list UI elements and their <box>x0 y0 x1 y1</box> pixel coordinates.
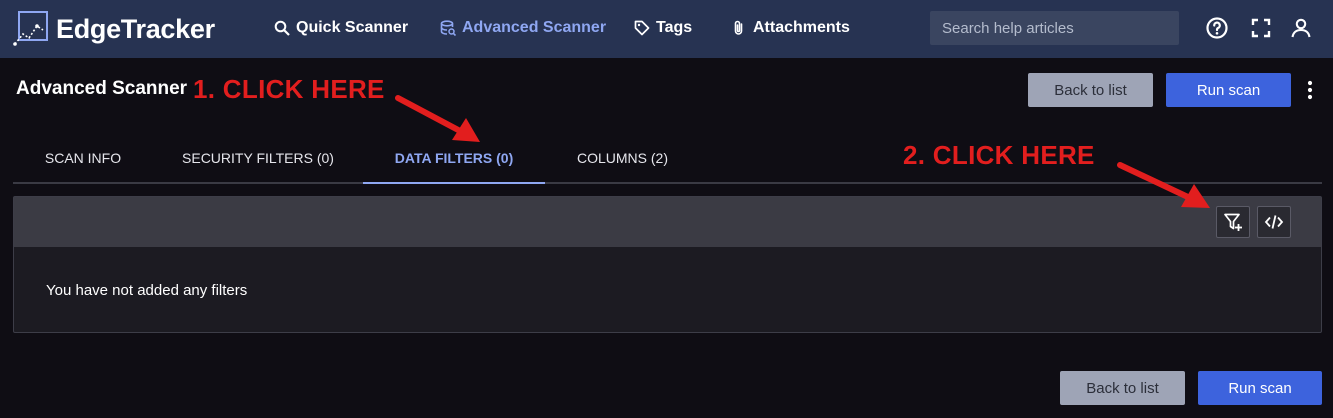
empty-filters-message: You have not added any filters <box>46 282 248 299</box>
footer-back-to-list-button[interactable]: Back to list <box>1060 371 1185 405</box>
nav-label: Attachments <box>753 19 850 36</box>
tab-scan-info[interactable]: SCAN INFO <box>13 136 153 184</box>
annotation-step-2: 2. CLICK HERE <box>903 140 1095 170</box>
filter-plus-icon <box>1224 213 1242 231</box>
nav-tags[interactable]: Tags <box>634 17 692 39</box>
add-filter-button[interactable] <box>1216 206 1250 238</box>
brand-name: EdgeTracker <box>56 13 215 44</box>
tab-security-filters[interactable]: SECURITY FILTERS (0) <box>153 136 363 184</box>
filters-toolbar <box>14 197 1321 247</box>
database-icon <box>440 20 456 36</box>
logo-chart-icon <box>13 11 48 46</box>
user-account-icon[interactable] <box>1289 16 1313 40</box>
data-filters-panel: You have not added any filters <box>13 196 1322 333</box>
run-scan-button[interactable]: Run scan <box>1166 73 1291 107</box>
code-icon <box>1264 215 1284 229</box>
footer-run-scan-button[interactable]: Run scan <box>1198 371 1322 405</box>
nav-label: Quick Scanner <box>296 19 409 36</box>
nav-quick-scanner[interactable]: Quick Scanner <box>274 17 408 39</box>
nav-label: Advanced Scanner <box>462 19 607 36</box>
tab-data-filters[interactable]: DATA FILTERS (0) <box>363 136 545 184</box>
help-icon[interactable] <box>1205 16 1229 40</box>
tab-columns[interactable]: COLUMNS (2) <box>545 136 700 184</box>
app-logo[interactable]: EdgeTracker <box>12 10 215 48</box>
scanner-tabs: SCAN INFO SECURITY FILTERS (0) DATA FILT… <box>13 136 1322 184</box>
back-to-list-button[interactable]: Back to list <box>1028 73 1153 107</box>
help-search-input[interactable] <box>930 11 1179 45</box>
nav-attachments[interactable]: Attachments <box>731 17 850 39</box>
more-options-icon[interactable] <box>1300 78 1320 102</box>
nav-label: Tags <box>656 19 693 36</box>
fullscreen-icon[interactable] <box>1249 16 1273 40</box>
paperclip-icon <box>734 20 743 35</box>
code-view-button[interactable] <box>1257 206 1291 238</box>
nav-advanced-scanner[interactable]: Advanced Scanner <box>440 17 606 39</box>
top-navbar: EdgeTracker Quick Scanner Advanced Scann… <box>0 0 1333 58</box>
annotation-step-1: 1. CLICK HERE <box>193 74 385 104</box>
tag-icon <box>634 20 650 36</box>
search-icon <box>274 20 290 36</box>
page-title: Advanced Scanner <box>16 78 188 99</box>
